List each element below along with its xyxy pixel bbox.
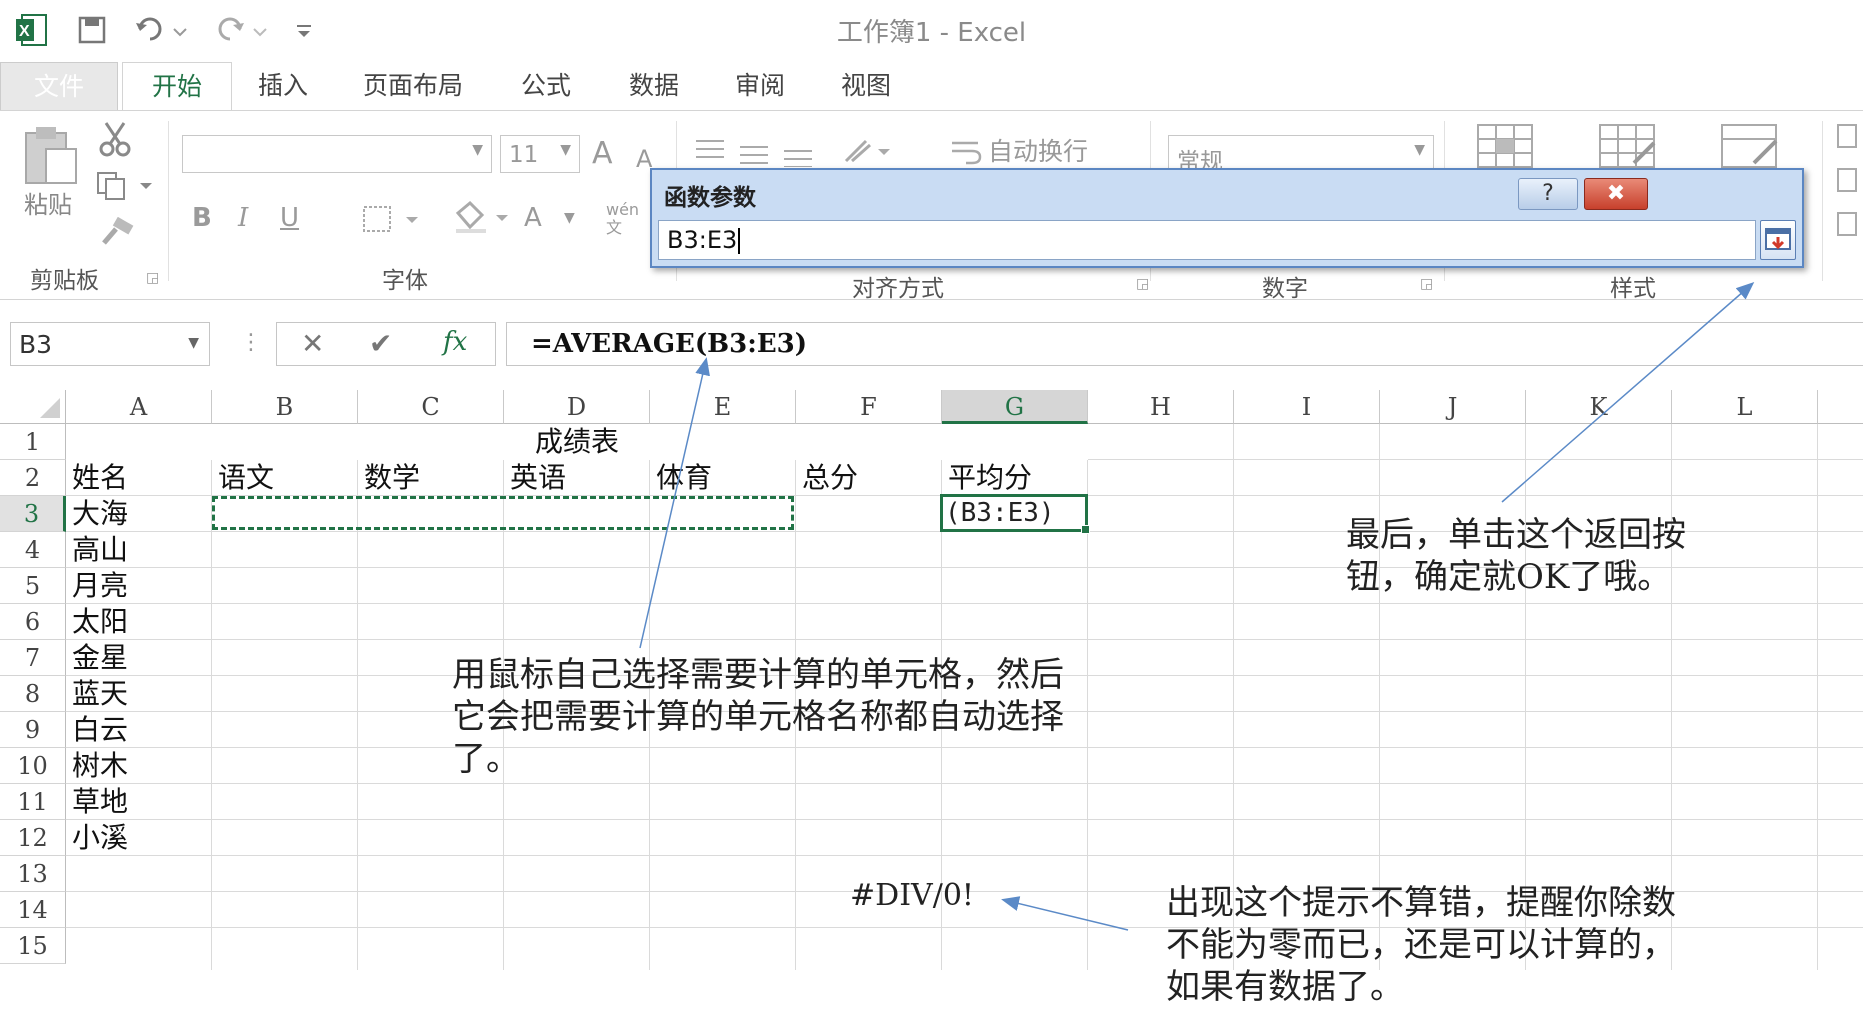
arrow-to-return-button — [1501, 282, 1755, 503]
arrow-to-div-error — [1001, 896, 1129, 931]
arrow-to-formula — [639, 357, 710, 649]
annotation-arrows — [639, 282, 1755, 931]
